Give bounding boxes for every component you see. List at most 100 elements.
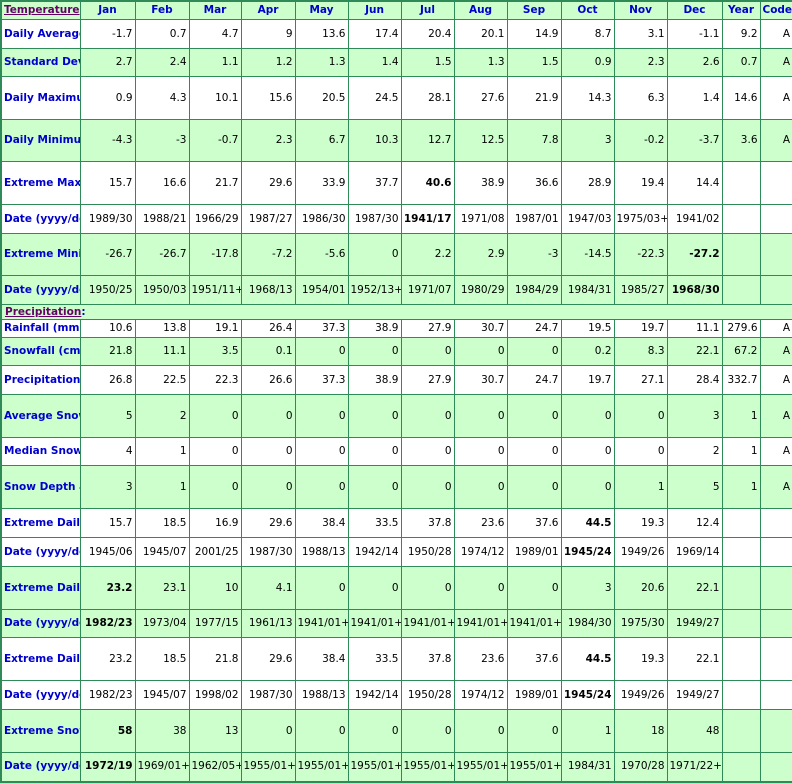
value-cell: 5 — [80, 395, 135, 438]
column-header: Apr — [241, 1, 295, 20]
value-cell: 19.4 — [614, 162, 667, 205]
code-cell — [760, 538, 792, 567]
value-cell: 1955/01+ — [348, 753, 401, 782]
column-header: Feb — [135, 1, 189, 20]
code-cell: A — [760, 20, 792, 49]
value-cell: 2 — [667, 438, 722, 466]
year-cell: 67.2 — [722, 338, 760, 366]
value-cell: 1987/27 — [241, 205, 295, 234]
value-cell: 1975/30 — [614, 610, 667, 638]
value-cell: 1942/14 — [348, 538, 401, 567]
value-cell: 58 — [80, 710, 135, 753]
value-cell: 1980/29 — [454, 276, 507, 305]
value-cell: 19.7 — [614, 320, 667, 338]
value-cell: 5 — [667, 466, 722, 509]
value-cell: 14.3 — [561, 77, 614, 120]
value-cell: 0 — [401, 438, 454, 466]
value-cell: 1985/27 — [614, 276, 667, 305]
table-row: Extreme Minimum (°C)-26.7-26.7-17.8-7.2-… — [1, 234, 792, 276]
value-cell: 1971/07 — [401, 276, 454, 305]
value-cell: 1974/12 — [454, 538, 507, 567]
value-cell: 1989/30 — [80, 205, 135, 234]
year-cell: 3.6 — [722, 120, 760, 162]
value-cell: -26.7 — [80, 234, 135, 276]
value-cell: 38.9 — [348, 366, 401, 395]
value-cell: 1950/03 — [135, 276, 189, 305]
value-cell: 29.6 — [241, 162, 295, 205]
value-cell: 21.8 — [189, 638, 241, 681]
value-cell: 28.9 — [561, 162, 614, 205]
column-header: Oct — [561, 1, 614, 20]
value-cell: 1941/02 — [667, 205, 722, 234]
temperature-section-link[interactable]: Temperature — [4, 4, 80, 16]
value-cell: 1 — [135, 438, 189, 466]
precipitation-section-link[interactable]: Precipitation — [5, 306, 81, 318]
value-cell: -0.2 — [614, 120, 667, 162]
value-cell: 1.2 — [241, 49, 295, 77]
value-cell: 0 — [401, 710, 454, 753]
value-cell: -1.7 — [80, 20, 135, 49]
value-cell: 15.7 — [80, 162, 135, 205]
value-cell: -0.7 — [189, 120, 241, 162]
value-cell: 3 — [561, 120, 614, 162]
value-cell: 0 — [348, 395, 401, 438]
value-cell: -14.5 — [561, 234, 614, 276]
row-label: Extreme Maximum (°C) — [1, 162, 80, 205]
value-cell: 1955/01+ — [454, 753, 507, 782]
value-cell: 1970/28 — [614, 753, 667, 782]
code-cell: A — [760, 466, 792, 509]
value-cell: 19.1 — [189, 320, 241, 338]
value-cell: 2001/25 — [189, 538, 241, 567]
row-label: Average Snow Depth (cm) — [1, 395, 80, 438]
column-header: Aug — [454, 1, 507, 20]
value-cell: 0 — [614, 438, 667, 466]
value-cell: 28.1 — [401, 77, 454, 120]
section-header-precipitation: Precipitation: — [1, 305, 792, 320]
value-cell: 1987/30 — [348, 205, 401, 234]
code-cell: A — [760, 49, 792, 77]
value-cell: 0 — [348, 710, 401, 753]
year-cell: 0.7 — [722, 49, 760, 77]
value-cell: 3 — [80, 466, 135, 509]
value-cell: 1972/19 — [80, 753, 135, 782]
value-cell: 1949/27 — [667, 610, 722, 638]
value-cell: 1962/05+ — [189, 753, 241, 782]
value-cell: 1950/28 — [401, 538, 454, 567]
value-cell: 1971/08 — [454, 205, 507, 234]
row-label: Precipitation (mm) — [1, 366, 80, 395]
value-cell: 0.1 — [241, 338, 295, 366]
year-cell — [722, 567, 760, 610]
table-row: Extreme Daily Rainfall (mm)15.718.516.92… — [1, 509, 792, 538]
table-row: Date (yyyy/dd)1989/301988/211966/291987/… — [1, 205, 792, 234]
table-row: Daily Minimum (°C)-4.3-3-0.72.36.710.312… — [1, 120, 792, 162]
value-cell: 33.9 — [295, 162, 348, 205]
value-cell: 0 — [295, 710, 348, 753]
value-cell: 4.1 — [241, 567, 295, 610]
table-row: Date (yyyy/dd)1982/231973/041977/151961/… — [1, 610, 792, 638]
value-cell: 1955/01+ — [295, 753, 348, 782]
value-cell: 0 — [561, 438, 614, 466]
table-row: Average Snow Depth (cm)5200000000031A — [1, 395, 792, 438]
value-cell: 11.1 — [667, 320, 722, 338]
code-cell: A — [760, 366, 792, 395]
value-cell: 19.7 — [561, 366, 614, 395]
value-cell: 23.6 — [454, 638, 507, 681]
value-cell: 1945/07 — [135, 681, 189, 710]
year-cell — [722, 610, 760, 638]
value-cell: 27.1 — [614, 366, 667, 395]
value-cell: 3.5 — [189, 338, 241, 366]
row-label: Extreme Snow Depth (cm) — [1, 710, 80, 753]
value-cell: 6.3 — [614, 77, 667, 120]
table-row: Extreme Daily Precipitation (mm)23.218.5… — [1, 638, 792, 681]
value-cell: 20.1 — [454, 20, 507, 49]
value-cell: -3 — [507, 234, 561, 276]
table-row: Date (yyyy/dd)1945/061945/072001/251987/… — [1, 538, 792, 567]
value-cell: 1977/15 — [189, 610, 241, 638]
year-cell: 279.6 — [722, 320, 760, 338]
value-cell: 2.4 — [135, 49, 189, 77]
column-header: Jan — [80, 1, 135, 20]
value-cell: 2.3 — [614, 49, 667, 77]
value-cell: 38.9 — [348, 320, 401, 338]
value-cell: 1961/13 — [241, 610, 295, 638]
row-label: Extreme Daily Precipitation (mm) — [1, 638, 80, 681]
